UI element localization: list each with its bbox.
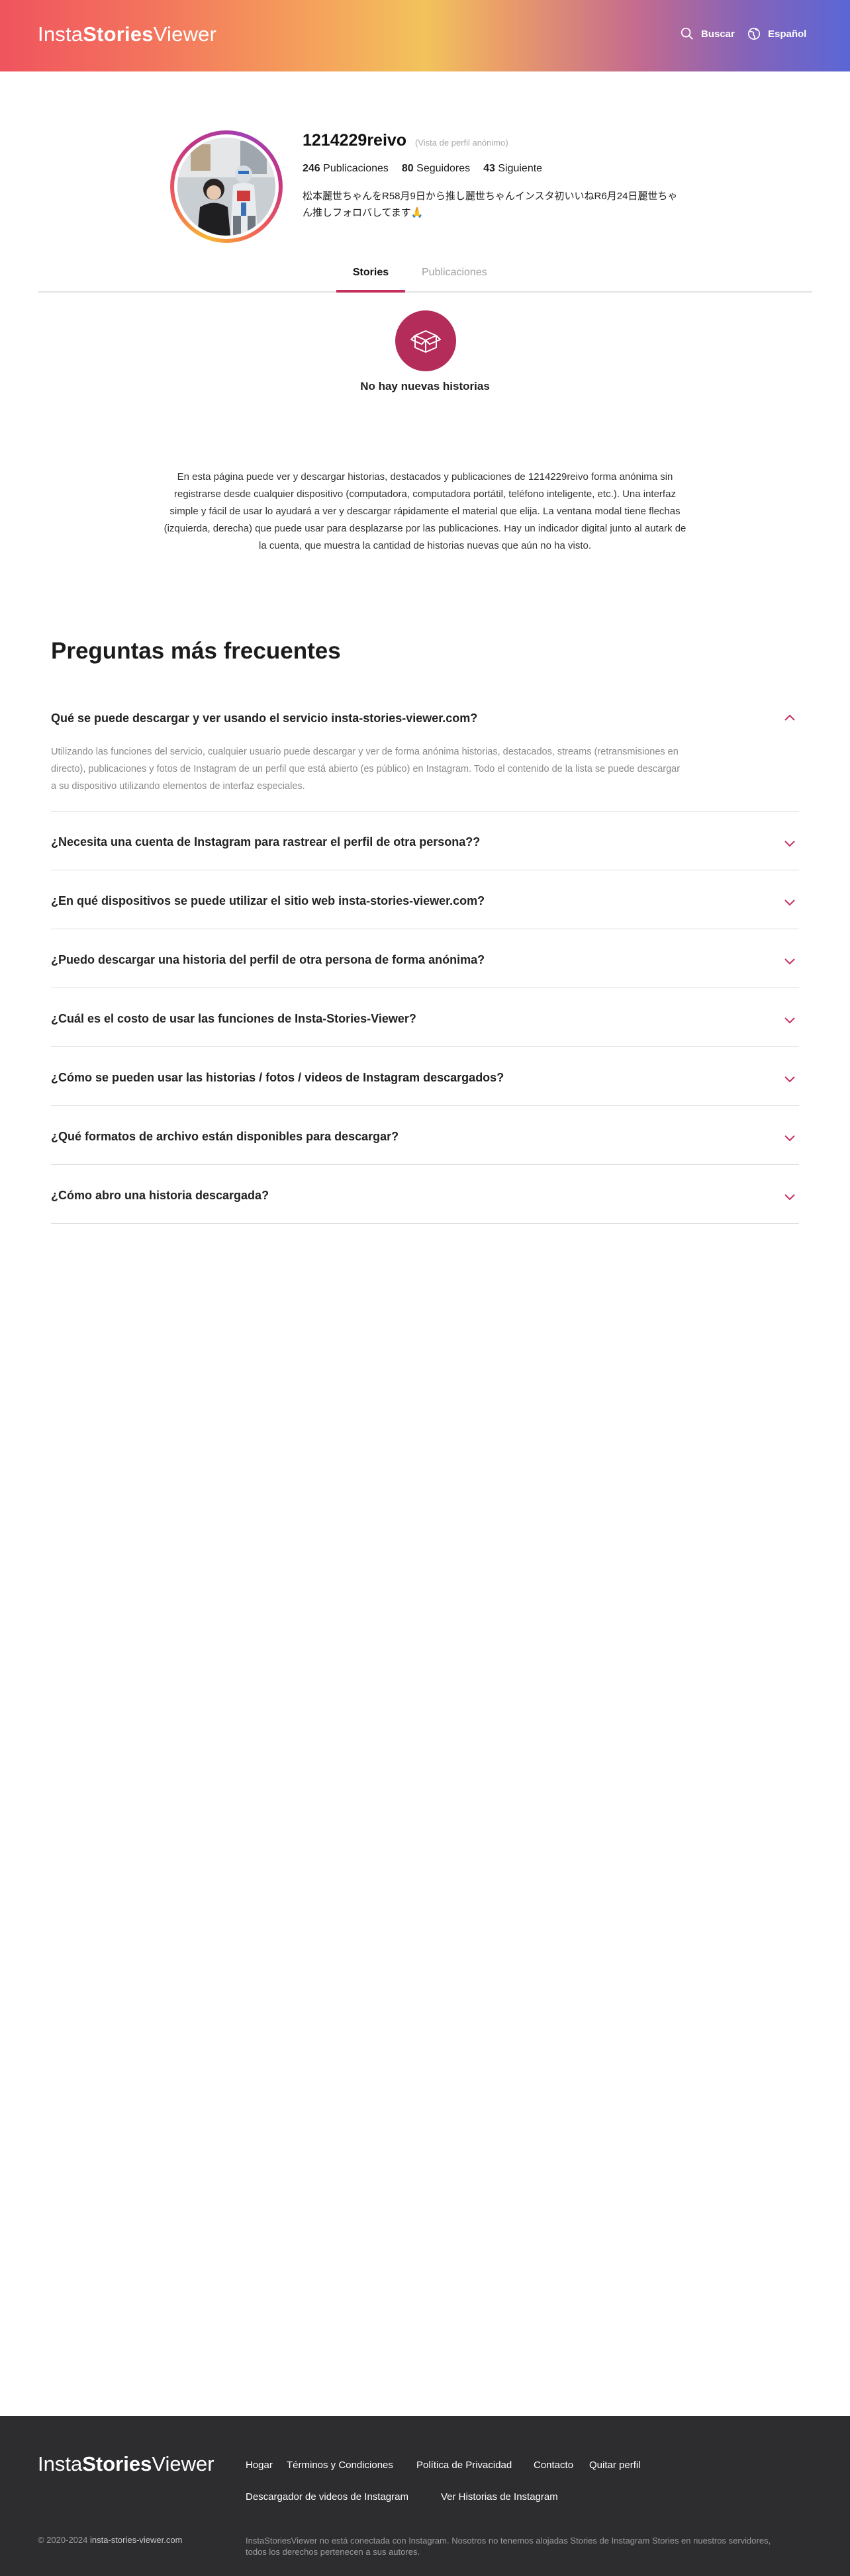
posts-stat: 246 Publicaciones bbox=[303, 163, 389, 174]
chevron-down-icon[interactable] bbox=[783, 839, 796, 849]
faq-question[interactable]: Qué se puede descargar y ver usando el s… bbox=[51, 712, 477, 725]
chevron-down-icon[interactable] bbox=[783, 1016, 796, 1025]
profile-bio: 松本麗世ちゃんをR58月9日から推し麗世ちゃんインスタ初いいねR6月24日麗世ち… bbox=[303, 191, 678, 218]
profile-stats: 246 Publicaciones 80 Seguidores 43 Sigui… bbox=[303, 163, 542, 175]
empty-state-badge bbox=[395, 310, 456, 371]
language-button[interactable]: Español bbox=[747, 26, 806, 41]
faq-item[interactable]: Qué se puede descargar y ver usando el s… bbox=[51, 712, 799, 812]
chevron-down-icon[interactable] bbox=[783, 898, 796, 907]
footer-logo[interactable]: InstaStoriesViewer bbox=[38, 2452, 214, 2476]
faq-item[interactable]: ¿Puedo descargar una historia del perfil… bbox=[51, 953, 799, 988]
empty-state-text: No hay nuevas historias bbox=[360, 380, 490, 392]
logo-text-stories: Stories bbox=[83, 23, 154, 46]
faq-question[interactable]: ¿Necesita una cuenta de Instagram para r… bbox=[51, 835, 480, 849]
tabs-divider bbox=[38, 291, 812, 293]
faq-question[interactable]: ¿Cómo abro una historia descargada? bbox=[51, 1189, 269, 1203]
language-label: Español bbox=[768, 28, 807, 40]
faq-question[interactable]: ¿En qué dispositivos se puede utilizar e… bbox=[51, 894, 485, 908]
profile-username: 1214229reivo bbox=[303, 131, 407, 150]
footer-link-privacy[interactable]: Política de Privacidad bbox=[416, 2460, 512, 2471]
footer-link-view-stories[interactable]: Ver Historias de Instagram bbox=[441, 2491, 558, 2503]
faq-question[interactable]: ¿Puedo descargar una historia del perfil… bbox=[51, 953, 485, 967]
chevron-down-icon[interactable] bbox=[783, 957, 796, 966]
footer-site-link[interactable]: insta-stories-viewer.com bbox=[90, 2535, 182, 2545]
anonymous-view-note: (Vista de perfil anónimo) bbox=[415, 138, 508, 148]
active-tab-indicator bbox=[336, 290, 405, 293]
footer-logo-text-viewer: Viewer bbox=[152, 2452, 214, 2475]
footer-link-remove-profile[interactable]: Quitar perfil bbox=[589, 2460, 641, 2471]
logo-text-viewer: Viewer bbox=[153, 23, 217, 46]
chevron-down-icon[interactable] bbox=[783, 1075, 796, 1084]
open-box-icon bbox=[410, 330, 441, 353]
followers-stat: 80 Seguidores bbox=[401, 163, 471, 174]
faq-item[interactable]: ¿En qué dispositivos se puede utilizar e… bbox=[51, 894, 799, 929]
search-icon bbox=[681, 27, 693, 40]
faq-item[interactable]: ¿Cuál es el costo de usar las funciones … bbox=[51, 1012, 799, 1047]
logo-text-insta: Insta bbox=[38, 23, 83, 46]
faq-title: Preguntas más frecuentes bbox=[51, 638, 341, 664]
tab-stories[interactable]: Stories bbox=[336, 267, 405, 279]
site-footer: InstaStoriesViewer Hogar Términos y Cond… bbox=[0, 2416, 850, 2576]
site-header: InstaStoriesViewer Buscar Español bbox=[0, 0, 850, 71]
footer-disclaimer: InstaStoriesViewer no está conectada con… bbox=[246, 2536, 771, 2557]
search-label: Buscar bbox=[701, 28, 735, 40]
footer-link-home[interactable]: Hogar bbox=[246, 2460, 273, 2471]
search-button[interactable]: Buscar bbox=[680, 26, 735, 41]
page-description: En esta página puede ver y descargar his… bbox=[164, 471, 686, 551]
faq-item[interactable]: ¿Cómo abro una historia descargada? bbox=[51, 1189, 799, 1224]
faq-answer: Utilizando las funciones del servicio, c… bbox=[51, 747, 681, 792]
faq-item[interactable]: ¿Necesita una cuenta de Instagram para r… bbox=[51, 835, 799, 870]
footer-copyright: © 2020-2024 insta-stories-viewer.com bbox=[38, 2535, 183, 2545]
following-stat: 43 Siguiente bbox=[483, 163, 543, 174]
faq-item[interactable]: ¿Qué formatos de archivo están disponibl… bbox=[51, 1130, 799, 1165]
footer-link-video-downloader[interactable]: Descargador de videos de Instagram bbox=[246, 2491, 408, 2503]
footer-logo-text-insta: Insta bbox=[38, 2452, 83, 2475]
globe-icon bbox=[747, 27, 761, 40]
footer-link-terms[interactable]: Términos y Condiciones bbox=[287, 2460, 393, 2471]
faq-item[interactable]: ¿Cómo se pueden usar las historias / fot… bbox=[51, 1071, 799, 1106]
site-logo[interactable]: InstaStoriesViewer bbox=[38, 23, 216, 46]
faq-question[interactable]: ¿Qué formatos de archivo están disponibl… bbox=[51, 1130, 399, 1144]
chevron-up-icon[interactable] bbox=[783, 713, 796, 722]
footer-logo-text-stories: Stories bbox=[82, 2452, 152, 2475]
faq-question[interactable]: ¿Cuál es el costo de usar las funciones … bbox=[51, 1012, 416, 1026]
avatar[interactable] bbox=[170, 130, 283, 243]
faq-question[interactable]: ¿Cómo se pueden usar las historias / fot… bbox=[51, 1071, 504, 1085]
chevron-down-icon[interactable] bbox=[783, 1134, 796, 1143]
avatar-photo bbox=[177, 138, 275, 236]
footer-link-contact[interactable]: Contacto bbox=[534, 2460, 573, 2471]
tab-publicaciones[interactable]: Publicaciones bbox=[422, 267, 487, 279]
chevron-down-icon[interactable] bbox=[783, 1193, 796, 1202]
